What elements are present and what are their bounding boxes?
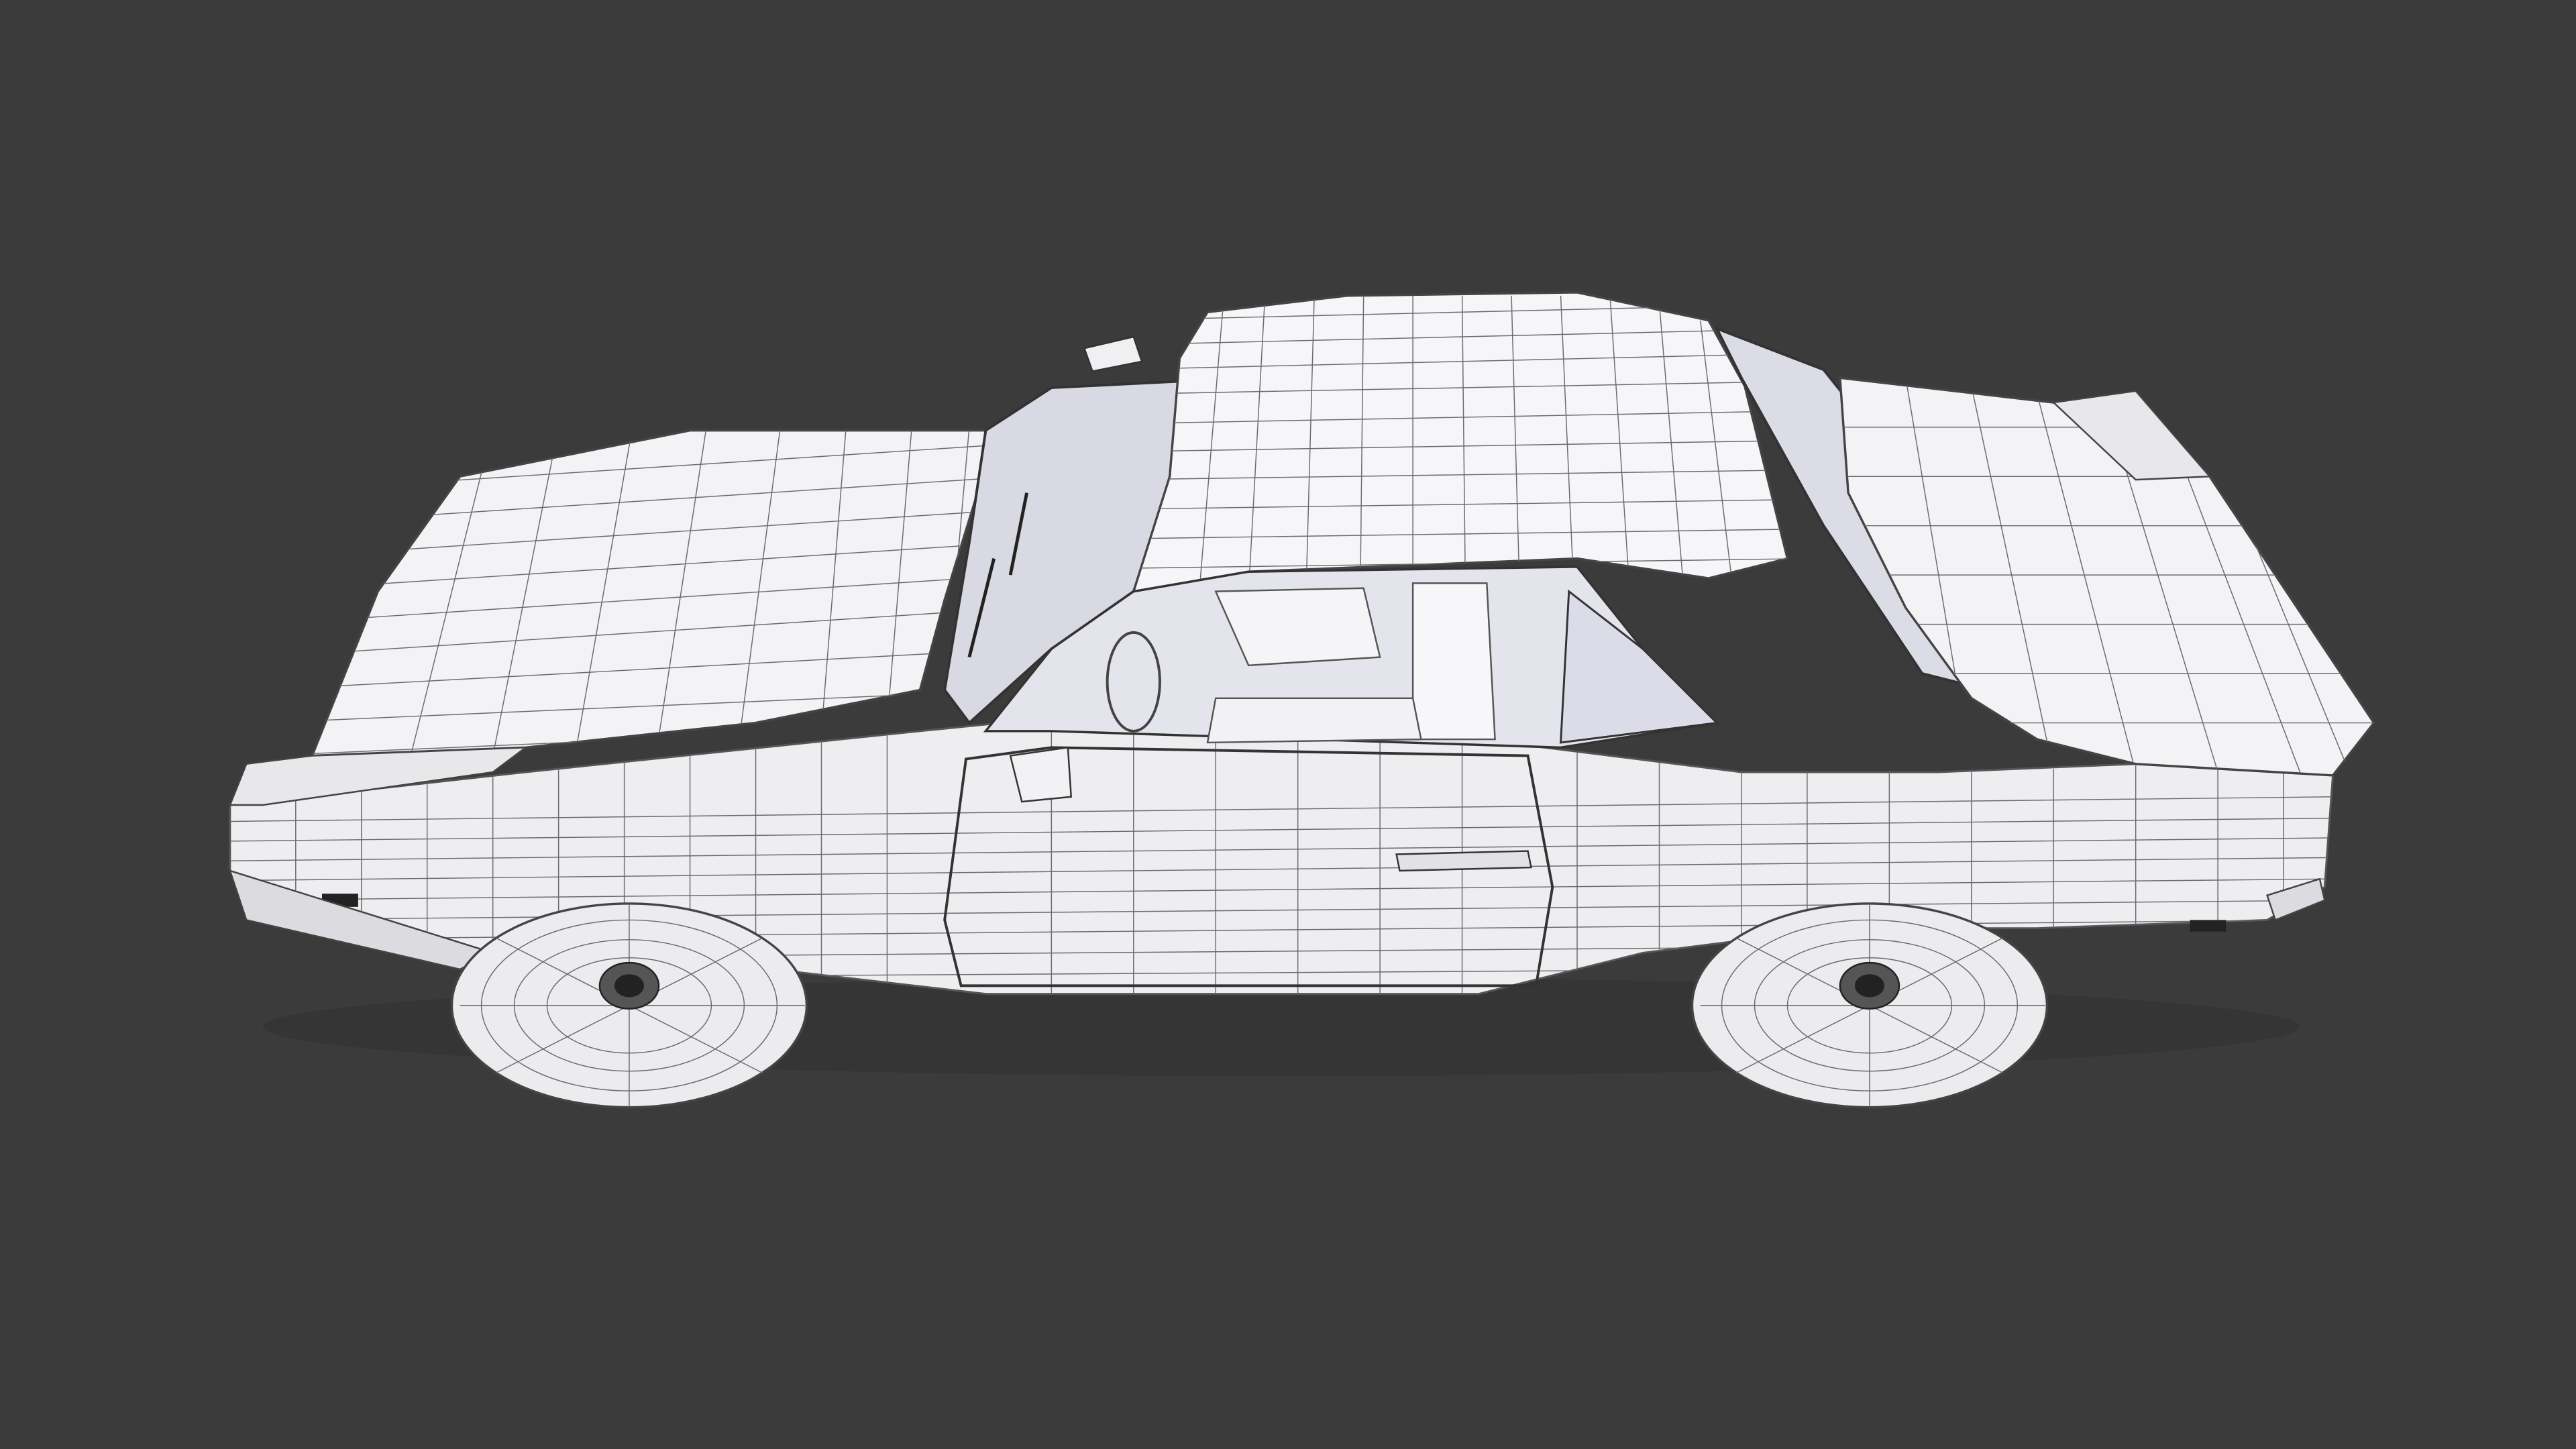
rear-wheel <box>1690 902 2049 1109</box>
side-mirror <box>1009 746 1073 803</box>
viewport <box>0 0 2576 1449</box>
door-handle <box>1395 850 1532 872</box>
car-model <box>228 291 2375 1109</box>
front-wheel <box>450 902 808 1109</box>
seat-back-bench <box>1411 582 1496 741</box>
rear-marker-light <box>2190 920 2226 932</box>
rear-side-window <box>1559 589 1719 744</box>
seat-rear <box>1206 697 1422 744</box>
car-hood <box>310 429 987 757</box>
a-pillar-mirror <box>1083 335 1143 372</box>
car-wireframe-render <box>228 291 2375 1109</box>
